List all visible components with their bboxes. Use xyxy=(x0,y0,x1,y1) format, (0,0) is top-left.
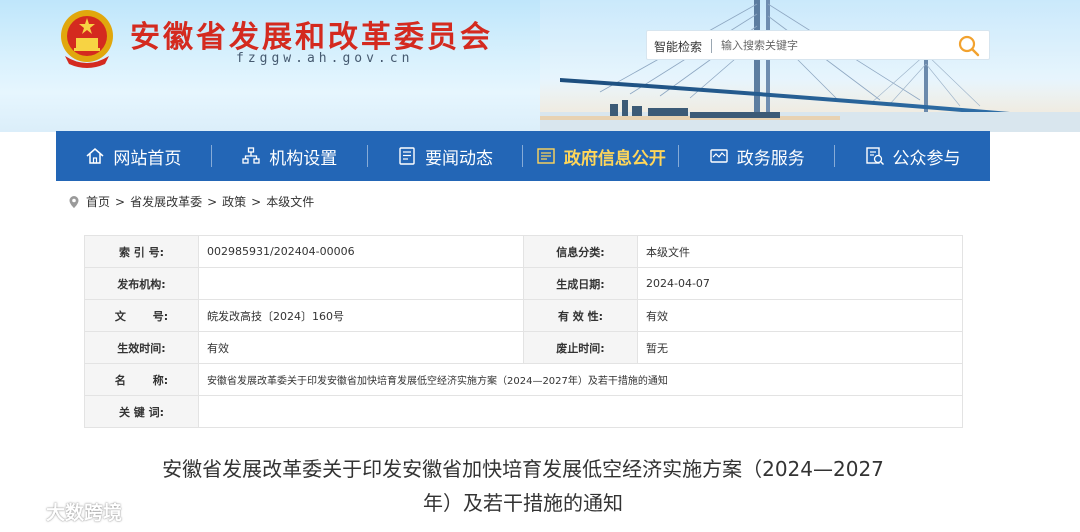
nav-item-label: 政务服务 xyxy=(736,148,805,169)
nav-item-home[interactable]: 网站首页 xyxy=(56,131,211,181)
document-number-value: 皖发改高技〔2024〕160号 xyxy=(198,299,524,332)
document-info-table: 索 引 号: 002985931/202404-00006 信息分类: 本级文件… xyxy=(84,235,963,428)
watermark: 大数跨境 xyxy=(8,498,122,525)
nav-item-organization[interactable]: 机构设置 xyxy=(212,131,367,181)
watermark-text: 大数跨境 xyxy=(46,502,123,524)
breadcrumb-ndrc[interactable]: 省发展改革委 xyxy=(130,193,202,210)
effective-date-label: 生效时间: xyxy=(84,331,199,364)
validity-label: 有 效 性: xyxy=(523,299,638,332)
repeal-date-label: 废止时间: xyxy=(523,331,638,364)
table-row: 关 键 词: xyxy=(84,395,963,428)
breadcrumb-separator: > xyxy=(251,194,262,209)
publisher-value xyxy=(198,267,524,300)
table-row: 生效时间: 有效 废止时间: 暂无 xyxy=(84,331,963,364)
nav-item-label: 网站首页 xyxy=(113,148,182,169)
main-nav: 网站首页 机构设置 要闻动态 政府信息公开 政务服务 公众参与 xyxy=(56,131,990,181)
date-value: 2024-04-07 xyxy=(637,267,963,300)
breadcrumb-separator: > xyxy=(207,194,218,209)
search-icon[interactable] xyxy=(957,34,981,58)
home-icon xyxy=(86,148,104,164)
category-value: 本级文件 xyxy=(637,235,963,268)
location-pin-icon xyxy=(69,195,79,208)
info-disclosure-icon xyxy=(537,148,555,164)
article-title-line-1: 安徽省发展改革委关于印发安徽省加快培育发展低空经济实施方案（2024—2027 xyxy=(162,457,884,481)
document-name-value: 安徽省发展改革委关于印发安徽省加快培育发展低空经济实施方案（2024—2027年… xyxy=(198,363,963,396)
nav-item-label: 公众参与 xyxy=(892,148,961,169)
service-icon xyxy=(710,149,728,163)
table-row: 文 号: 皖发改高技〔2024〕160号 有 效 性: 有效 xyxy=(84,299,963,332)
participation-icon xyxy=(865,147,884,165)
breadcrumb-home[interactable]: 首页 xyxy=(86,193,110,210)
breadcrumb: 首页 > 省发展改革委 > 政策 > 本级文件 xyxy=(68,193,314,210)
document-number-label: 文 号: xyxy=(84,299,199,332)
nav-item-services[interactable]: 政务服务 xyxy=(679,131,834,181)
site-title: 安徽省发展和改革委员会 xyxy=(130,20,493,55)
index-number-label: 索 引 号: xyxy=(84,235,199,268)
news-icon xyxy=(399,147,415,165)
site-domain: fzggw.ah.gov.cn xyxy=(236,51,414,66)
breadcrumb-separator: > xyxy=(115,194,126,209)
nav-item-label: 要闻动态 xyxy=(425,148,494,169)
effective-date-value: 有效 xyxy=(198,331,524,364)
publisher-label: 发布机构: xyxy=(84,267,199,300)
nav-item-news[interactable]: 要闻动态 xyxy=(368,131,523,181)
nav-item-label: 政府信息公开 xyxy=(563,148,666,169)
search-box: 智能检索 xyxy=(646,30,990,60)
table-row: 名 称: 安徽省发展改革委关于印发安徽省加快培育发展低空经济实施方案（2024—… xyxy=(84,363,963,396)
date-label: 生成日期: xyxy=(523,267,638,300)
table-row: 索 引 号: 002985931/202404-00006 信息分类: 本级文件 xyxy=(84,235,963,268)
breadcrumb-policy[interactable]: 政策 xyxy=(222,193,246,210)
search-input[interactable] xyxy=(721,35,941,55)
category-label: 信息分类: xyxy=(523,235,638,268)
watermark-logo-icon xyxy=(10,501,41,520)
smart-search-label: 智能检索 xyxy=(654,40,703,54)
keywords-label: 关 键 词: xyxy=(84,395,199,428)
site-header: 安徽省发展和改革委员会 fzggw.ah.gov.cn 智能检索 xyxy=(0,0,1080,132)
article-title: 安徽省发展改革委关于印发安徽省加快培育发展低空经济实施方案（2024—2027 … xyxy=(90,452,956,520)
org-structure-icon xyxy=(242,147,260,164)
validity-value: 有效 xyxy=(637,299,963,332)
nav-item-public-participation[interactable]: 公众参与 xyxy=(835,131,990,181)
breadcrumb-current[interactable]: 本级文件 xyxy=(266,193,314,210)
repeal-date-value: 暂无 xyxy=(637,331,963,364)
document-name-label: 名 称: xyxy=(84,363,199,396)
national-emblem-icon xyxy=(61,10,113,68)
article-title-line-2: 年）及若干措施的通知 xyxy=(423,491,623,515)
search-divider xyxy=(711,39,712,53)
nav-item-info-disclosure[interactable]: 政府信息公开 xyxy=(523,131,678,181)
bridge-banner-image xyxy=(540,0,1080,132)
index-number-value: 002985931/202404-00006 xyxy=(198,235,524,268)
table-row: 发布机构: 生成日期: 2024-04-07 xyxy=(84,267,963,300)
nav-item-label: 机构设置 xyxy=(269,148,338,169)
content-card: 首页 > 省发展改革委 > 政策 > 本级文件 索 引 号: 002985931… xyxy=(56,181,990,428)
keywords-value xyxy=(198,395,963,428)
